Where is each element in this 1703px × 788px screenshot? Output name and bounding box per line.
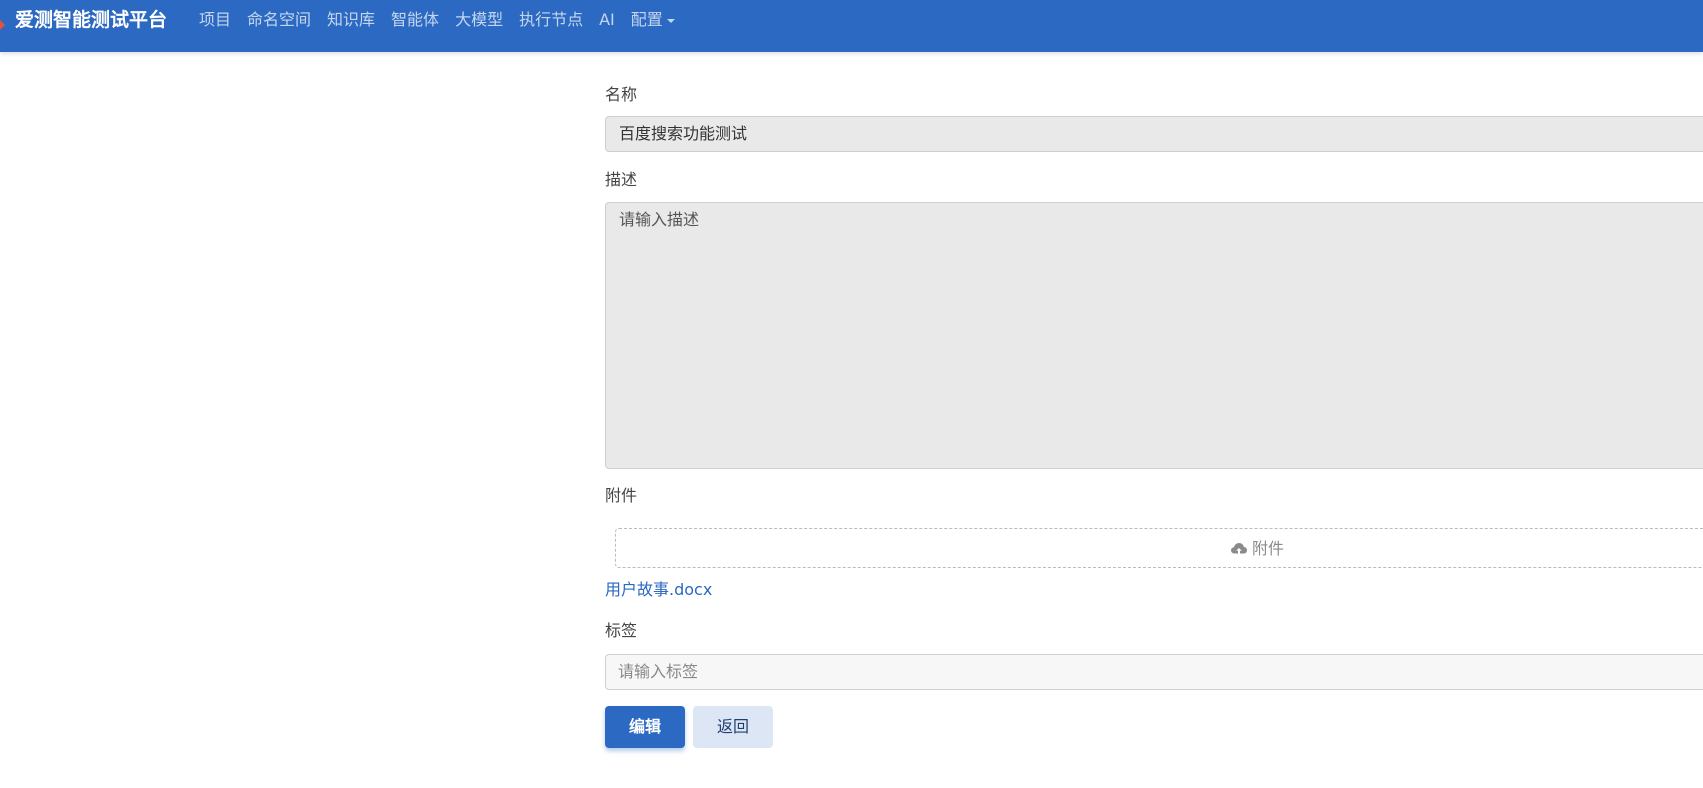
edit-button[interactable]: 编辑	[605, 706, 685, 748]
name-input[interactable]: 百度搜索功能测试	[605, 116, 1703, 152]
caret-down-icon	[666, 19, 675, 23]
name-label: 名称	[605, 85, 638, 104]
nav-item-config-dropdown[interactable]: 配置	[631, 9, 675, 31]
nav-item-exec-nodes[interactable]: 执行节点	[519, 9, 583, 31]
description-textarea[interactable]: 请输入描述	[605, 202, 1703, 469]
logo-icon	[0, 20, 5, 30]
upload-content: 附件	[1230, 539, 1284, 559]
nav-item-config-label: 配置	[630, 10, 663, 29]
back-button[interactable]: 返回	[693, 706, 773, 748]
attachment-label: 附件	[605, 486, 638, 505]
brand-title[interactable]: 爱测智能测试平台	[15, 8, 167, 32]
nav-menu: 项目 命名空间 知识库 智能体 大模型 执行节点 AI 配置	[199, 9, 691, 31]
nav-item-llm[interactable]: 大模型	[455, 9, 503, 31]
tags-input[interactable]: 请输入标签	[605, 654, 1703, 690]
nav-item-ai[interactable]: AI	[599, 9, 615, 31]
nav-item-projects[interactable]: 项目	[199, 9, 231, 31]
nav-item-namespaces[interactable]: 命名空间	[247, 9, 311, 31]
nav-item-knowledge-base[interactable]: 知识库	[327, 9, 375, 31]
nav-item-agents[interactable]: 智能体	[391, 9, 439, 31]
attachment-upload-area[interactable]: 附件	[615, 528, 1703, 568]
top-navbar: 爱测智能测试平台 项目 命名空间 知识库 智能体 大模型 执行节点 AI 配置	[0, 0, 1703, 52]
tags-label: 标签	[605, 621, 638, 640]
description-label: 描述	[605, 170, 638, 189]
cloud-upload-icon	[1231, 543, 1247, 555]
attachment-file-link[interactable]: 用户故事.docx	[605, 579, 712, 601]
upload-label: 附件	[1252, 539, 1285, 558]
